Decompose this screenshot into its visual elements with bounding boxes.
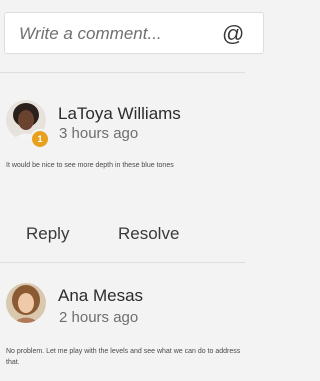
comment-text: It would be nice to see more depth in th…: [6, 162, 174, 169]
divider: [0, 72, 245, 73]
comment-composer: @: [4, 12, 264, 54]
resolve-button[interactable]: Resolve: [118, 224, 179, 244]
comment-timestamp: 3 hours ago: [59, 125, 139, 142]
reply-button[interactable]: Reply: [26, 224, 69, 244]
notification-badge: 1: [30, 129, 50, 149]
comment-input[interactable]: [19, 23, 199, 45]
avatar-image: [6, 283, 46, 323]
comment-author: LaToya Williams: [58, 104, 181, 123]
comment-author: Ana Mesas: [58, 286, 144, 305]
comment-timestamp: 2 hours ago: [59, 309, 139, 326]
divider: [0, 262, 245, 263]
avatar: [6, 283, 46, 323]
mention-button[interactable]: @: [222, 19, 250, 49]
comment-text: No problem. Let me play with the levels …: [6, 348, 241, 366]
